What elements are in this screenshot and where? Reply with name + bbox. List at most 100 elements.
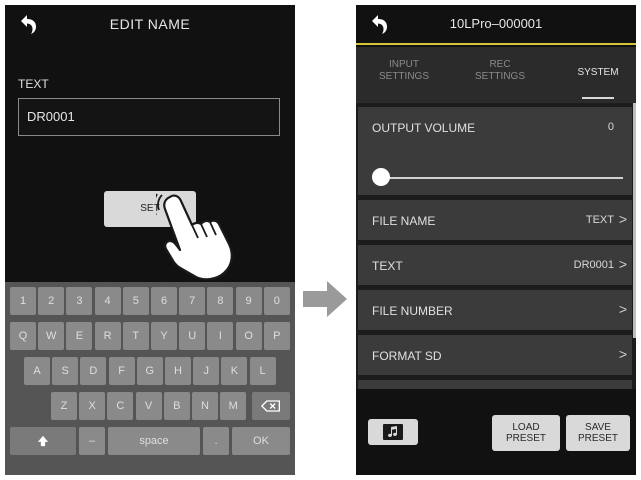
tab-label-line1: SYSTEM — [577, 67, 619, 78]
key-0[interactable]: 0 — [263, 287, 290, 315]
backspace-key[interactable] — [252, 392, 290, 420]
keyboard-row-zxcv: ZXCVBNM — [5, 392, 295, 423]
key-t[interactable]: T — [122, 322, 149, 350]
volume-slider-track[interactable] — [378, 177, 623, 179]
dot-key[interactable]: . — [203, 427, 229, 455]
key-e[interactable]: E — [66, 322, 93, 350]
button-label-line1: LOAD — [512, 422, 540, 433]
key-v[interactable]: V — [135, 392, 162, 420]
row-label: FORMAT SD — [372, 349, 442, 363]
active-tab-indicator — [582, 97, 614, 99]
scrollbar[interactable] — [633, 103, 636, 338]
key-b[interactable]: B — [163, 392, 190, 420]
tab-label-line2: SETTINGS — [474, 71, 525, 82]
row-value: DR0001 — [573, 259, 614, 271]
tab-bar: INPUT SETTINGS REC SETTINGS SYSTEM — [356, 47, 636, 103]
ok-key[interactable]: OK — [232, 427, 290, 455]
volume-slider-knob[interactable] — [372, 168, 390, 186]
bottom-toolbar: LOAD PRESET SAVE PRESET — [356, 389, 636, 475]
text-input-field[interactable]: DR0001 — [18, 98, 280, 136]
pointing-hand-icon — [156, 193, 233, 281]
format-sd-row[interactable]: FORMAT SD > — [358, 335, 632, 375]
header: EDIT NAME — [5, 5, 295, 45]
tab-input-settings[interactable]: INPUT SETTINGS — [364, 59, 444, 83]
row-label: TEXT — [372, 259, 403, 273]
output-volume-row: OUTPUT VOLUME 0 — [358, 107, 632, 195]
key-h[interactable]: H — [165, 357, 191, 385]
file-number-row[interactable]: FILE NUMBER > — [358, 290, 632, 330]
key-6[interactable]: 6 — [151, 287, 177, 315]
key-8[interactable]: 8 — [207, 287, 234, 315]
key-j[interactable]: J — [193, 357, 220, 385]
key-m[interactable]: M — [220, 392, 247, 420]
save-preset-button[interactable]: SAVE PRESET — [566, 415, 630, 451]
key-a[interactable]: A — [24, 357, 50, 385]
tab-system[interactable]: SYSTEM — [558, 67, 636, 79]
dash-key[interactable]: – — [79, 427, 105, 455]
key-k[interactable]: K — [221, 357, 248, 385]
tab-label-line1: INPUT — [389, 59, 419, 70]
key-x[interactable]: X — [79, 392, 106, 420]
key-z[interactable]: Z — [51, 392, 77, 420]
key-i[interactable]: I — [207, 322, 234, 350]
file-name-row[interactable]: FILE NAME TEXT > — [358, 200, 632, 240]
chevron-right-icon: > — [618, 211, 627, 227]
space-key[interactable]: space — [108, 427, 200, 455]
chevron-right-icon: > — [618, 256, 627, 272]
key-f[interactable]: F — [108, 357, 135, 385]
key-r[interactable]: R — [94, 322, 121, 350]
row-label: FILE NUMBER — [372, 304, 453, 318]
row-value: TEXT — [585, 214, 614, 226]
button-label-line2: PRESET — [505, 433, 546, 444]
key-c[interactable]: C — [107, 392, 134, 420]
header: 10LPro–000001 — [356, 5, 636, 45]
backspace-icon — [260, 400, 280, 412]
tab-label-line2: SETTINGS — [378, 71, 429, 82]
key-y[interactable]: Y — [151, 322, 177, 350]
button-label-line2: PRESET — [577, 433, 618, 444]
chevron-right-icon: > — [618, 301, 627, 317]
key-q[interactable]: Q — [10, 322, 36, 350]
key-w[interactable]: W — [38, 322, 65, 350]
on-screen-keyboard: 1234567890 QWERTYUIOP ASDFGHJKL ZXCVBNM … — [5, 282, 295, 475]
keyboard-row-qwerty: QWERTYUIOP — [5, 322, 295, 353]
key-7[interactable]: 7 — [179, 287, 206, 315]
key-4[interactable]: 4 — [94, 287, 121, 315]
keyboard-row-bottom: – space . OK — [5, 427, 295, 458]
key-d[interactable]: D — [80, 357, 107, 385]
text-row[interactable]: TEXT DR0001 > — [358, 245, 632, 285]
key-u[interactable]: U — [179, 322, 206, 350]
right-arrow-icon — [303, 281, 347, 317]
key-p[interactable]: P — [263, 322, 290, 350]
shift-key[interactable] — [10, 427, 76, 455]
shift-arrow-icon — [37, 435, 49, 447]
key-n[interactable]: N — [192, 392, 218, 420]
output-volume-value: 0 — [607, 121, 614, 133]
key-3[interactable]: 3 — [66, 287, 93, 315]
music-button[interactable] — [368, 419, 418, 445]
button-label-line1: SAVE — [585, 422, 611, 433]
key-s[interactable]: S — [52, 357, 79, 385]
device-title: 10LPro–000001 — [449, 16, 543, 31]
tab-label-line1: REC — [489, 59, 511, 70]
key-g[interactable]: G — [136, 357, 163, 385]
edit-name-screen: EDIT NAME TEXT DR0001 SE T 1234567890 QWE… — [5, 5, 295, 475]
list-item[interactable] — [358, 380, 632, 389]
row-label: FILE NAME — [372, 214, 436, 228]
text-label: TEXT — [18, 77, 49, 91]
keyboard-row-asdf: ASDFGHJKL — [5, 357, 295, 388]
key-9[interactable]: 9 — [235, 287, 262, 315]
key-2[interactable]: 2 — [38, 287, 65, 315]
system-settings-screen: 10LPro–000001 INPUT SETTINGS REC SETTING… — [356, 5, 636, 475]
keyboard-row-numbers: 1234567890 — [5, 287, 295, 318]
load-preset-button[interactable]: LOAD PRESET — [492, 415, 560, 451]
settings-list: OUTPUT VOLUME 0 FILE NAME TEXT > TEXT DR… — [356, 103, 636, 389]
chevron-right-icon: > — [618, 346, 627, 362]
key-l[interactable]: L — [249, 357, 276, 385]
key-1[interactable]: 1 — [10, 287, 36, 315]
key-o[interactable]: O — [235, 322, 262, 350]
output-volume-label: OUTPUT VOLUME — [372, 121, 476, 135]
key-5[interactable]: 5 — [122, 287, 149, 315]
tab-rec-settings[interactable]: REC SETTINGS — [460, 59, 540, 83]
page-title: EDIT NAME — [109, 16, 191, 32]
